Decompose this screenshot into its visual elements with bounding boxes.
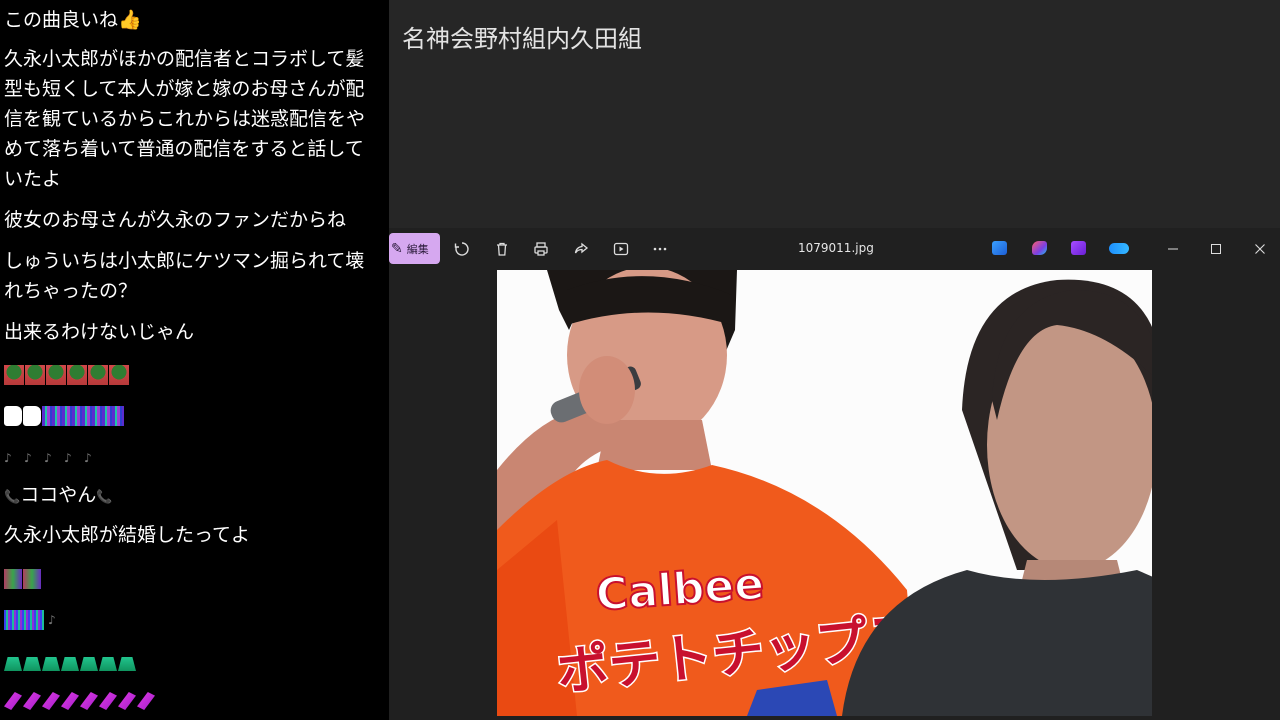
green-emote-icon — [80, 657, 98, 671]
green-emote-icon — [118, 657, 136, 671]
white-emote-icon — [4, 406, 22, 426]
note-emote-icon: ♪ — [84, 451, 92, 465]
pink-emote-icon — [80, 692, 98, 710]
chat-message: この曲良いね👍 — [4, 9, 142, 31]
green-emote-icon — [99, 657, 117, 671]
note-emote-icon: ♪ — [4, 451, 12, 465]
pink-emote-icon — [4, 692, 22, 710]
emote-row — [4, 691, 155, 711]
tree-emote-icon — [67, 365, 87, 385]
tree-emote-icon — [4, 365, 24, 385]
note-emote-icon: ♪ — [44, 451, 52, 465]
delete-icon[interactable] — [491, 238, 513, 260]
photo-illustration: Calbee ポテトチップス — [497, 270, 1160, 716]
chat-message: 彼女のお母さんが久永のファンだからね — [4, 209, 347, 231]
glitch-emote-icon — [42, 406, 124, 426]
copilot-icon[interactable] — [1071, 241, 1086, 255]
edit-icon: ✎ — [391, 240, 403, 257]
viewer-toolbar: ✎ 編集 1079011.jpg — [389, 228, 1280, 268]
emote-row — [4, 569, 41, 589]
tree-emote-icon — [25, 365, 45, 385]
chat-message: 久永小太郎がほかの配信者とコラボして髪型も短くして本人が嫁と嫁のお母さんが配信を… — [4, 48, 366, 190]
designer-icon[interactable] — [992, 241, 1007, 255]
displayed-photo: Calbee ポテトチップス — [497, 270, 1160, 716]
clipchamp-icon[interactable] — [1032, 241, 1047, 255]
tree-emote-icon — [109, 365, 129, 385]
emote-row: ♪ — [4, 610, 62, 630]
more-icon[interactable] — [649, 238, 671, 260]
pink-emote-icon — [99, 692, 117, 710]
note-emote-icon: ♪ — [24, 451, 32, 465]
pink-emote-icon — [42, 692, 60, 710]
pink-emote-icon — [61, 692, 79, 710]
tree-emote-icon — [46, 365, 66, 385]
note-emote-icon: ♪ — [48, 613, 56, 627]
pink-emote-icon — [118, 692, 136, 710]
chat-panel: この曲良いね👍 久永小太郎がほかの配信者とコラボして髪型も短くして本人が嫁と嫁の… — [0, 0, 389, 720]
phone-emote-icon: 📞 — [4, 490, 21, 505]
edit-button[interactable]: ✎ 編集 — [389, 233, 440, 264]
glitch-emote-icon — [4, 610, 44, 630]
emote-row — [4, 654, 136, 674]
green-emote-icon — [42, 657, 60, 671]
onedrive-icon[interactable] — [1109, 243, 1129, 254]
emote-row: ♪ ♪ ♪ ♪ ♪ — [4, 448, 98, 468]
face-emote-icon — [4, 569, 22, 589]
share-icon[interactable] — [570, 238, 592, 260]
tree-emote-icon — [88, 365, 108, 385]
emote-row — [4, 365, 129, 385]
rotate-icon[interactable] — [451, 238, 473, 260]
green-emote-icon — [4, 657, 22, 671]
phone-emote-icon: 📞 — [96, 490, 113, 505]
minimize-icon[interactable] — [1162, 238, 1184, 260]
chat-message: しゅういちは小太郎にケツマン掘られて壊れちゃったの？ — [4, 250, 365, 302]
green-emote-icon — [61, 657, 79, 671]
close-icon[interactable] — [1249, 238, 1271, 260]
file-name: 1079011.jpg — [798, 241, 874, 255]
pink-emote-icon — [23, 692, 41, 710]
face-emote-icon — [23, 569, 41, 589]
emote-row — [4, 406, 124, 426]
chat-message: 📞ココやん📞 — [4, 480, 376, 513]
maximize-icon[interactable] — [1205, 238, 1227, 260]
chat-message: 久永小太郎が結婚したってよ — [4, 524, 251, 546]
white-emote-icon — [23, 406, 41, 426]
pink-emote-icon — [137, 692, 155, 710]
chat-message: 出来るわけないじゃん — [4, 321, 195, 343]
stream-title: 名神会野村組内久田組 — [402, 25, 642, 53]
green-emote-icon — [23, 657, 41, 671]
stream-area: 名神会野村組内久田組 ✎ 編集 1079011.jpg Calbee ポテトチッ… — [389, 0, 1280, 720]
print-icon[interactable] — [530, 238, 552, 260]
photo-viewer-window: ✎ 編集 1079011.jpg Calbee ポテトチップス — [389, 228, 1280, 720]
slideshow-icon[interactable] — [610, 238, 632, 260]
note-emote-icon: ♪ — [64, 451, 72, 465]
